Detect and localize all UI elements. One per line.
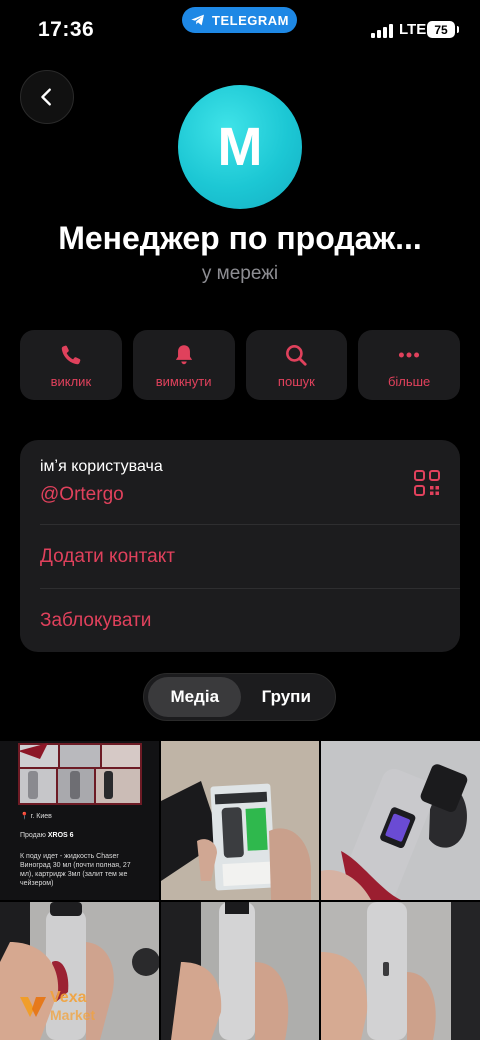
vexa-logo-icon	[20, 997, 46, 1017]
media-thumbnail[interactable]	[321, 902, 480, 1040]
block-button[interactable]: Заблокувати	[40, 610, 151, 632]
presence-status: у мережі	[201, 263, 279, 284]
network-type: LTE	[399, 21, 427, 38]
call-button[interactable]: виклик	[20, 330, 122, 400]
battery-level: 75	[434, 22, 448, 37]
divider	[40, 588, 460, 589]
media-thumbnail[interactable]: 📍 г. Киев Продаю XROS 6 К поду идет - жи…	[0, 741, 159, 900]
avatar-letter: M	[217, 117, 263, 177]
vape-box-photo	[161, 741, 319, 900]
add-contact-button[interactable]: Додати контакт	[40, 546, 175, 568]
telegram-plane-icon	[191, 14, 205, 26]
more-button[interactable]: більше	[358, 330, 460, 400]
tab-media[interactable]: Медіа	[148, 677, 242, 717]
more-dots-icon	[399, 352, 420, 357]
bell-icon	[175, 344, 192, 364]
media-tabs: Медіа Групи	[143, 673, 336, 721]
hand-device-photo-3	[321, 902, 480, 1040]
vexa-market-watermark: Vexa Market	[18, 985, 128, 1027]
media-thumbnail[interactable]	[321, 741, 480, 900]
profile-screen: 17:36 TELEGRAM LTE 75 M Менеджер по прод…	[0, 0, 480, 1040]
info-card: імʼя користувача @Ortergo Додати контакт…	[20, 440, 460, 652]
post-location: 📍 г. Киев	[20, 813, 52, 820]
post-title-prefix: Продаю	[20, 832, 48, 839]
username-value[interactable]: @Ortergo	[40, 484, 124, 506]
signal-icon	[371, 24, 393, 38]
status-time: 17:36	[38, 18, 95, 41]
profile-name: Менеджер по продаж...	[58, 220, 422, 256]
search-button[interactable]: пошук	[245, 330, 348, 400]
back-button[interactable]	[20, 70, 74, 124]
post-title: Продаю XROS 6	[20, 831, 148, 840]
tab-groups[interactable]: Групи	[241, 677, 331, 717]
media-thumbnail[interactable]	[161, 902, 319, 1040]
divider	[40, 524, 460, 525]
post-location-text: г. Киев	[30, 813, 52, 820]
phone-icon	[61, 345, 81, 364]
more-label: більше	[387, 373, 431, 389]
search-icon	[286, 344, 307, 366]
media-thumbnail[interactable]	[161, 741, 319, 900]
call-label: виклик	[50, 373, 92, 389]
watermark-line2: Market	[50, 1007, 96, 1023]
mute-button[interactable]: вимкнути	[132, 330, 235, 400]
qr-code-icon[interactable]	[414, 470, 440, 496]
telegram-app-pill[interactable]: TELEGRAM	[182, 7, 297, 33]
post-body: К поду идет - жидкость Chaser Виноград 3…	[20, 853, 131, 887]
avatar[interactable]: M	[178, 85, 302, 209]
battery-icon: 75	[427, 21, 459, 38]
telegram-pill-label: TELEGRAM	[212, 12, 289, 28]
action-bar: виклик вимкнути пошук більше	[20, 330, 460, 400]
status-bar: 17:36 TELEGRAM LTE 75	[0, 0, 480, 60]
watermark-line1: Vexa	[50, 989, 87, 1006]
username-caption: імʼя користувача	[40, 458, 163, 475]
post-title-model: XROS 6	[47, 832, 74, 839]
hand-device-photo-2	[161, 902, 319, 1040]
chevron-left-icon	[41, 88, 51, 106]
mute-label: вимкнути	[155, 373, 212, 389]
search-label: пошук	[277, 373, 315, 389]
vape-device-photo	[321, 741, 480, 900]
